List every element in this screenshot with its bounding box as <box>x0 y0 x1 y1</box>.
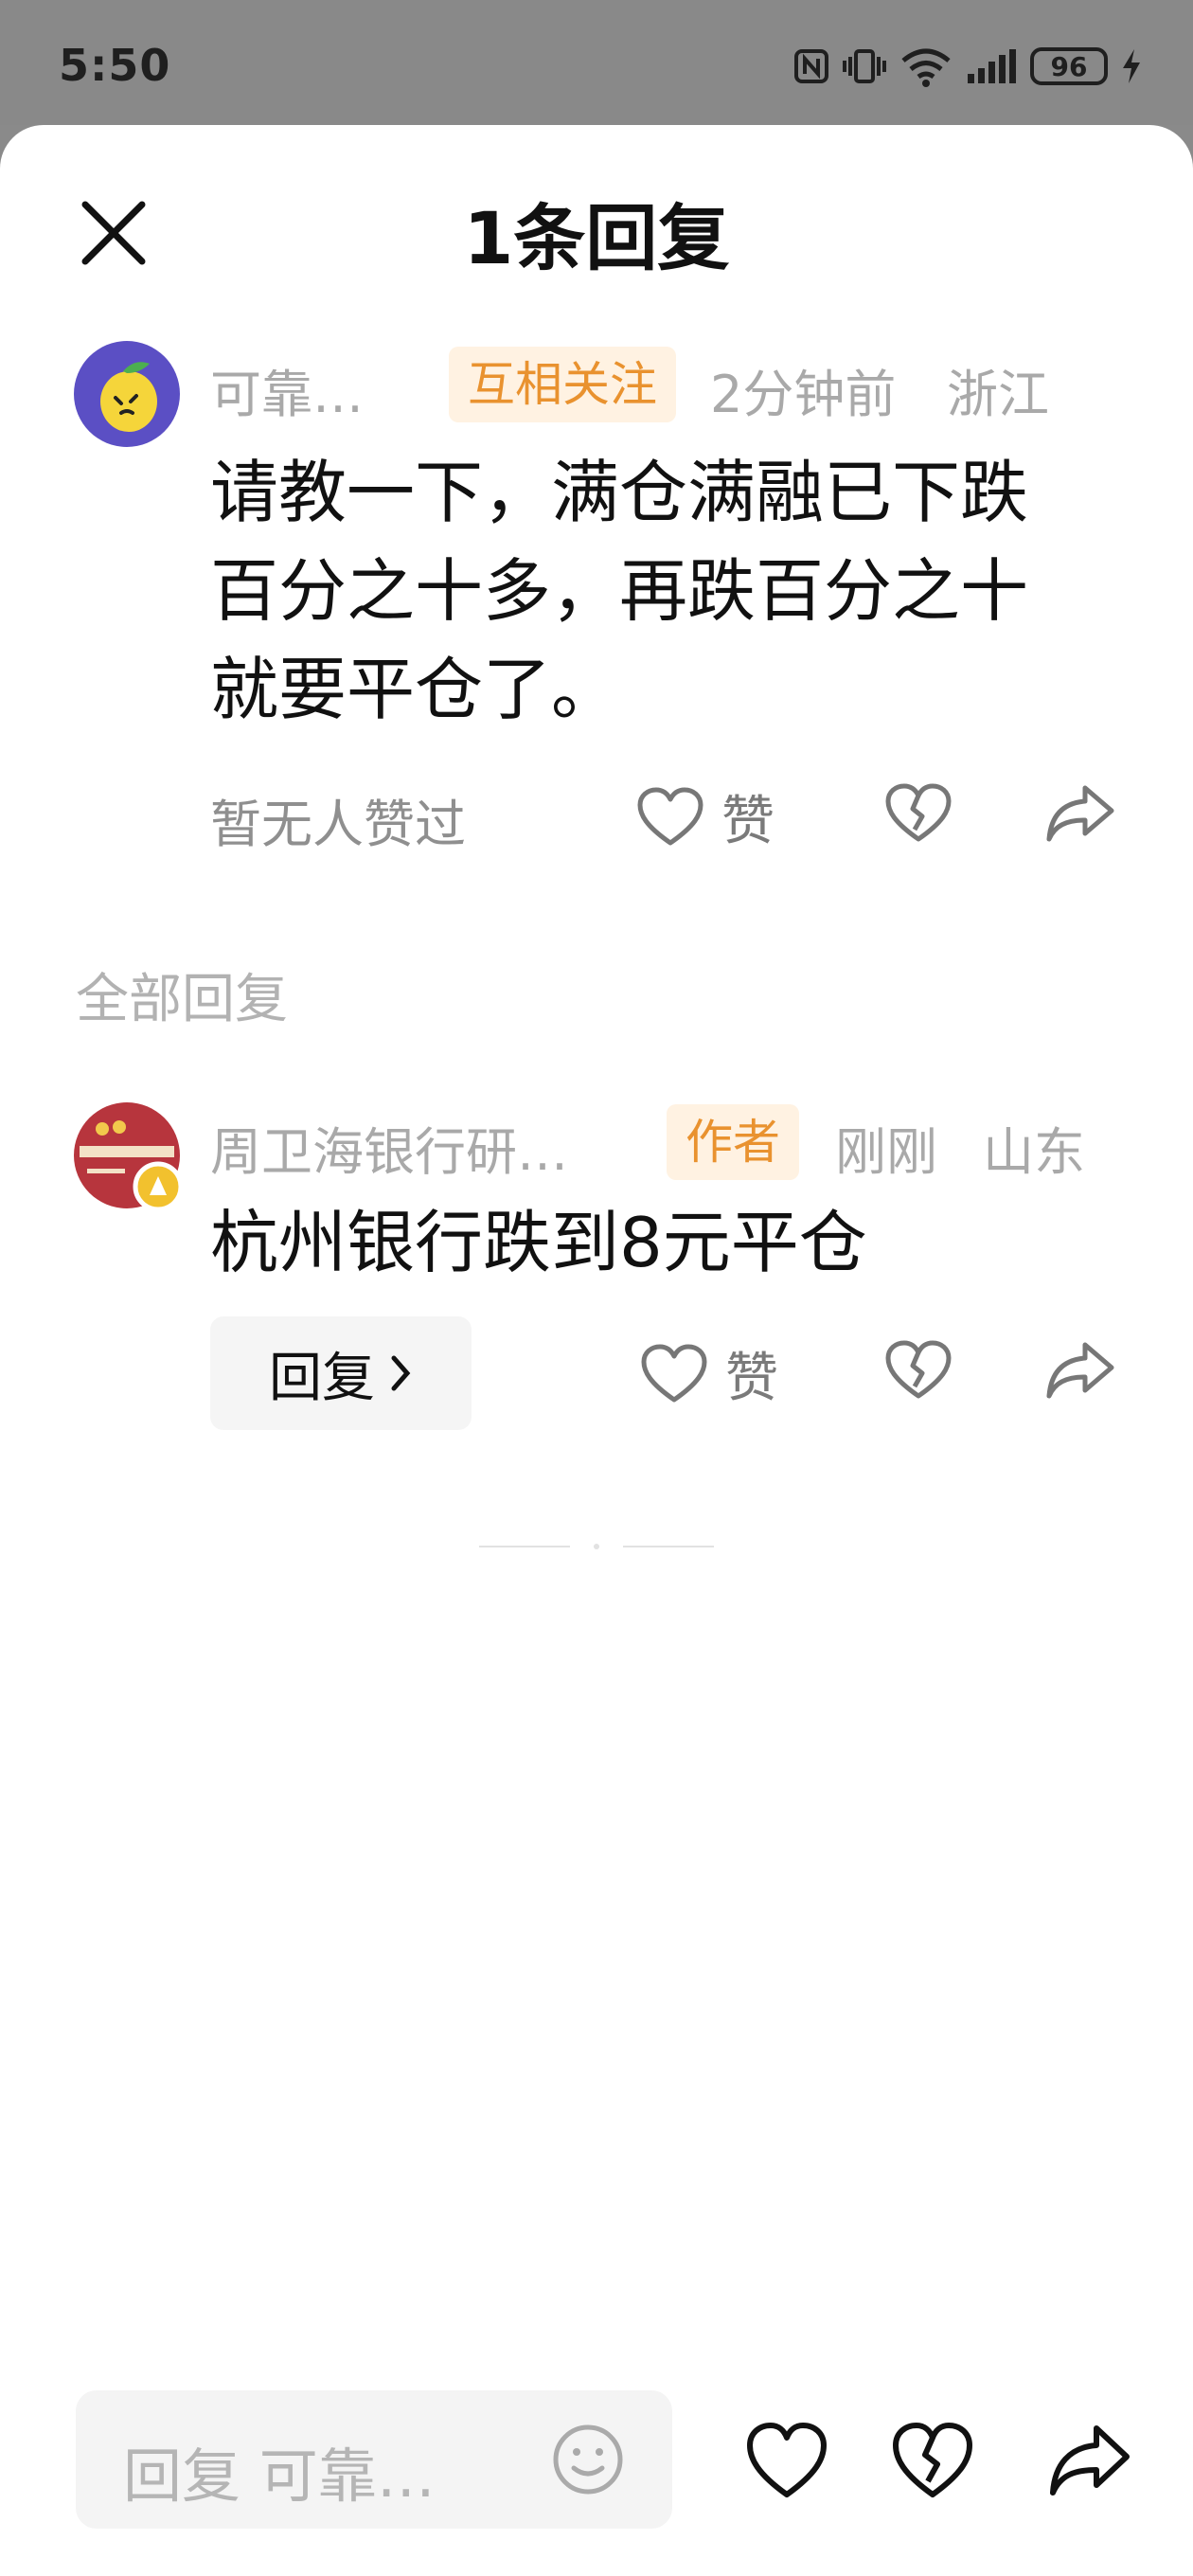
chevron-right-icon <box>391 1355 411 1391</box>
emoji-icon[interactable] <box>551 2423 625 2496</box>
author-tag: 作者 <box>667 1104 799 1180</box>
vibrate-icon <box>843 49 886 83</box>
comment-text: 请教一下，满仓满融已下跌百分之十多，再跌百分之十就要平仓了。 <box>210 453 1029 729</box>
battery-indicator: 96 <box>1030 47 1108 85</box>
broken-heart-icon[interactable] <box>884 1339 953 1402</box>
share-icon[interactable] <box>1049 2421 1131 2502</box>
reply-input-placeholder: 回复 可靠… <box>123 2442 436 2511</box>
reply-like-label: 赞 <box>725 1348 778 1409</box>
heart-icon <box>637 787 703 845</box>
list-end-divider <box>479 1544 714 1549</box>
verified-badge-icon <box>133 1161 184 1212</box>
reply-text: 杭州银行跌到8元平仓 <box>210 1203 867 1282</box>
mutual-follow-tag: 互相关注 <box>449 347 676 422</box>
comment-username[interactable]: 可靠… <box>210 352 364 427</box>
reply-time: 刚刚 <box>835 1122 937 1182</box>
share-icon[interactable] <box>1045 1339 1115 1402</box>
likes-summary: 暂无人赞过 <box>210 795 466 854</box>
section-title: 全部回复 <box>76 969 288 1030</box>
reply-input[interactable]: 回复 可靠… <box>76 2390 672 2529</box>
avatar[interactable] <box>74 341 180 447</box>
status-bar: 5:50 96 <box>0 0 1193 125</box>
nfc-icon <box>794 49 828 83</box>
like-label: 赞 <box>721 791 775 852</box>
reply-location: 山东 <box>983 1122 1085 1182</box>
heart-icon <box>641 1344 707 1402</box>
comment-time: 2分钟前 <box>710 365 897 424</box>
broken-heart-icon[interactable] <box>884 782 953 845</box>
lemon-avatar-icon <box>100 362 157 432</box>
reply-button-label: 回复 <box>269 1347 375 1409</box>
like-button[interactable]: 赞 <box>636 778 775 855</box>
comment-location: 浙江 <box>947 365 1049 424</box>
signal-icon <box>968 49 1016 83</box>
status-icons: 96 <box>793 45 1142 87</box>
charging-icon <box>1123 49 1140 83</box>
reply-like-button[interactable]: 赞 <box>640 1335 778 1412</box>
page-title: 1条回复 <box>463 196 730 280</box>
status-time: 5:50 <box>59 40 171 91</box>
share-icon[interactable] <box>1045 782 1115 845</box>
reply-username[interactable]: 周卫海银行研… <box>210 1110 568 1185</box>
battery-level: 96 <box>1050 50 1088 82</box>
broken-heart-icon[interactable] <box>892 2421 973 2502</box>
reply-button[interactable]: 回复 <box>210 1316 472 1430</box>
wifi-icon <box>901 48 951 87</box>
heart-icon[interactable] <box>746 2421 828 2502</box>
